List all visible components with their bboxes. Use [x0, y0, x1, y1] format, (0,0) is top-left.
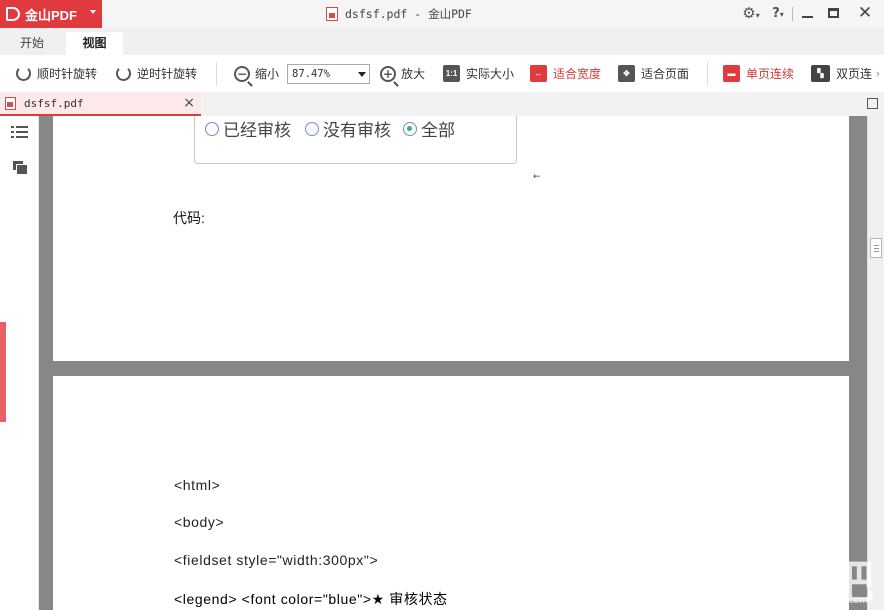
- app-menu-button[interactable]: 金山PDF: [0, 0, 102, 28]
- pdf-page: 已经审核 没有审核 全部 ← 代码:: [53, 116, 849, 361]
- toolbar-scroll-right-button[interactable]: ›: [872, 55, 884, 92]
- radio-checked-icon: [403, 122, 417, 136]
- radio-label: 全部: [421, 116, 455, 141]
- sidebar-collapse-handle[interactable]: [0, 322, 6, 422]
- zoom-level-select[interactable]: 87.47%: [287, 64, 370, 84]
- actual-size-button[interactable]: 1:1 实际大小: [443, 55, 514, 92]
- fit-width-button[interactable]: ↔ 适合宽度: [530, 55, 601, 92]
- app-logo-icon: [6, 7, 20, 21]
- zoom-in-label: 放大: [401, 65, 425, 82]
- pdf-file-icon: [326, 7, 338, 21]
- rotate-clockwise-label: 顺时针旋转: [37, 65, 97, 82]
- radio-not-approved[interactable]: 没有审核: [305, 116, 391, 141]
- tab-list-menu-icon[interactable]: [867, 98, 878, 109]
- toolbar-separator: [707, 62, 708, 86]
- app-menu-label: 金山PDF: [25, 5, 77, 24]
- radio-approved[interactable]: 已经审核: [205, 116, 291, 141]
- radio-all[interactable]: 全部: [403, 116, 455, 141]
- rotate-counterclockwise-label: 逆时针旋转: [137, 65, 197, 82]
- tab-start[interactable]: 开始: [0, 32, 64, 55]
- minimize-icon: [802, 16, 813, 18]
- double-page-continuous-label: 双页连: [836, 65, 872, 82]
- code-line: <legend> <font color="blue">★ 审核状态: [174, 589, 448, 609]
- zoom-out-label: 缩小: [255, 65, 279, 82]
- help-icon: ?▾: [772, 6, 784, 21]
- close-window-button[interactable]: ✕: [854, 3, 876, 23]
- single-page-continuous-label: 单页连续: [746, 65, 794, 82]
- toolbar-separator: [216, 62, 217, 86]
- chevron-right-icon: ›: [876, 67, 880, 80]
- thumbnails-icon[interactable]: [12, 160, 29, 176]
- fit-width-label: 适合宽度: [553, 65, 601, 82]
- left-sidebar: [0, 116, 39, 610]
- code-line: <body>: [174, 514, 224, 530]
- zoom-level-value: 87.47%: [292, 68, 330, 80]
- chevron-down-icon: [90, 10, 96, 14]
- pdf-file-icon: [5, 97, 16, 110]
- small-arrow-mark: ←: [533, 172, 541, 182]
- vertical-scrollbar[interactable]: [867, 116, 884, 610]
- fit-width-icon: ↔: [530, 65, 547, 82]
- close-tab-icon[interactable]: ×: [183, 95, 195, 111]
- minimize-button[interactable]: [796, 3, 818, 23]
- tab-view[interactable]: 视图: [66, 32, 123, 55]
- fieldset-box: 已经审核 没有审核 全部: [194, 116, 517, 164]
- rotate-counterclockwise-button[interactable]: 逆时针旋转: [116, 55, 197, 92]
- maximize-button[interactable]: [822, 3, 844, 23]
- double-page-continuous-icon: ▚: [811, 65, 830, 82]
- view-toolbar: 顺时针旋转 逆时针旋转 − 缩小 87.47% + 放大 1:1 实际大小 ↔ …: [0, 55, 884, 92]
- title-separator: [792, 7, 793, 21]
- title-bar: 金山PDF dsfsf.pdf - 金山PDF ⚙▾ ?▾ ✕: [0, 0, 884, 28]
- settings-gear-button[interactable]: ⚙▾: [738, 3, 764, 23]
- single-page-continuous-button[interactable]: ▬ 单页连续: [723, 55, 794, 92]
- radio-circle-icon: [205, 122, 219, 136]
- fit-page-label: 适合页面: [641, 65, 689, 82]
- code-label: 代码:: [173, 208, 205, 228]
- fit-page-button[interactable]: ✥ 适合页面: [618, 55, 689, 92]
- rotate-clockwise-button[interactable]: 顺时针旋转: [16, 55, 97, 92]
- code-line: <fieldset style="width:300px">: [174, 552, 378, 568]
- radio-label: 没有审核: [323, 116, 391, 141]
- close-icon: ✕: [858, 3, 872, 23]
- document-tab-label: dsfsf.pdf: [24, 97, 84, 110]
- chevron-down-icon: [358, 72, 366, 77]
- pdf-page: <html> <body> <fieldset style="width:300…: [53, 376, 849, 610]
- zoom-in-icon: +: [380, 66, 396, 82]
- outline-list-icon[interactable]: [11, 125, 28, 140]
- code-line: <html>: [174, 477, 220, 493]
- settings-gear-icon: ⚙▾: [742, 4, 759, 22]
- zoom-out-icon: −: [234, 66, 250, 82]
- maximize-icon: [828, 8, 839, 18]
- zoom-in-button[interactable]: + 放大: [380, 55, 425, 92]
- window-title: dsfsf.pdf - 金山PDF: [345, 6, 472, 22]
- scrollbar-thumb[interactable]: [870, 238, 882, 258]
- actual-size-label: 实际大小: [466, 65, 514, 82]
- rotate-clockwise-icon: [16, 66, 31, 81]
- single-page-continuous-icon: ▬: [723, 65, 740, 82]
- fit-page-icon: ✥: [618, 65, 635, 82]
- actual-size-icon: 1:1: [443, 65, 460, 82]
- document-tab[interactable]: dsfsf.pdf ×: [0, 92, 201, 116]
- document-tab-bar: dsfsf.pdf ×: [0, 92, 884, 116]
- rotate-counterclockwise-icon: [116, 66, 131, 81]
- radio-label: 已经审核: [223, 116, 291, 141]
- double-page-continuous-button[interactable]: ▚ 双页连: [811, 55, 872, 92]
- radio-circle-icon: [305, 122, 319, 136]
- document-view[interactable]: 已经审核 没有审核 全部 ← 代码: <html> <body> <fields…: [39, 116, 867, 610]
- ribbon-tabs: 开始 视图: [0, 28, 884, 55]
- help-button[interactable]: ?▾: [766, 3, 790, 23]
- zoom-out-button[interactable]: − 缩小: [234, 55, 279, 92]
- window-title-group: dsfsf.pdf - 金山PDF: [326, 6, 472, 22]
